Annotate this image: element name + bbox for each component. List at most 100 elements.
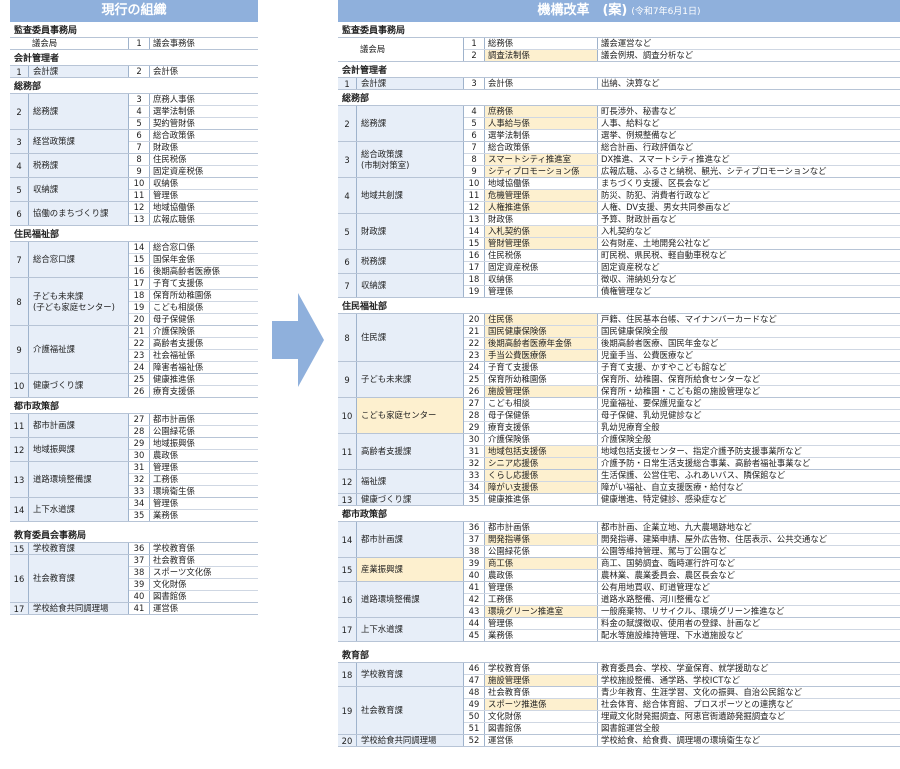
page: 現行の組織 監査委員事務局 議会局 1 議会事務係 会計管理者 1 会計課 2 会計係 総務部 2 総…	[0, 0, 900, 769]
section-duties: 入札契約など	[601, 226, 652, 236]
section-row: 37 社会教育係	[129, 555, 258, 566]
section-row: 31 地域包括支援係 地域包括支援センター、指定介護予防支援事業所など	[464, 445, 900, 457]
section-number: 16	[129, 266, 150, 277]
division-block: 13 道路環境整備課 31 管理係 32 工務係 33 環境衛生係	[10, 462, 258, 498]
section-name: 農政係	[153, 450, 179, 460]
division-name: 上下水道課	[33, 504, 75, 514]
section-name: 庶務人事係	[153, 94, 195, 104]
section-row: 10 地域協働係 まちづくり支援、区長会など	[464, 178, 900, 189]
section-row: 52 運営係 学校給食、給食費、調理場の環境衛生など	[464, 735, 900, 746]
division-block: 15 学校教育課 36 学校教育係	[10, 543, 258, 555]
section-name: 財政係	[153, 142, 179, 152]
section-name: 工務係	[485, 594, 598, 605]
section-row: 45 業務係 配水等施設維持管理、下水道施設など	[464, 629, 900, 641]
division-cell: 8 住民課	[338, 314, 464, 361]
section-name: スマートシティ推進室	[485, 154, 598, 165]
section-row: 6 選挙法制係 選挙、例規整備など	[464, 129, 900, 141]
division-block: 8 住民課 20 住民係 戸籍、住民基本台帳、マイナンバーカードなど 21 国民健康保険係国…	[338, 314, 900, 362]
section-heading: 都市政策部	[338, 507, 900, 522]
section-duties: 都市計画、企業立地、九大農場跡地など	[601, 522, 752, 532]
section-row: 7 総合政策係 総合計画、行政評価など	[464, 142, 900, 153]
section-name: 管理係	[485, 286, 598, 297]
division-block: 7 総合窓口課 14 総合窓口係 15 国保年金係 16 後期高齢者医療係	[10, 242, 258, 278]
section-name: 住民税係	[485, 250, 598, 261]
right-arrow-icon	[272, 293, 324, 387]
reform-title: 機構改革 (案) (令和7年6月1日)	[338, 0, 900, 22]
section-rows: 6 総合政策係 7 財政係	[129, 130, 258, 153]
division-name: 道路環境整備課	[361, 594, 420, 604]
section-name: 都市計画係	[153, 414, 195, 424]
division-cell: 14 都市計画課	[338, 522, 464, 557]
division-block: 18 学校教育課 46 学校教育係 教育委員会、学校、学童保育、就学援助など 47 施設管理…	[338, 663, 900, 687]
division-number: 14	[10, 498, 29, 521]
section-name: 環境グリーン推進室	[485, 606, 598, 617]
section-number: 40	[129, 591, 150, 602]
division-cell: 13 健康づくり課	[338, 494, 464, 505]
section-number: 18	[464, 274, 485, 285]
section-name: 会計係	[485, 78, 598, 89]
current-title: 現行の組織	[10, 0, 258, 22]
division-block: 議会局 1 総務係 議会運営など 2 調査法制係 議会例規、調査分析など	[338, 38, 900, 62]
section-number: 52	[464, 735, 485, 746]
section-number: 25	[464, 374, 485, 385]
division-name: 地域振興課	[33, 444, 75, 454]
section-name: 管理係	[153, 498, 179, 508]
division-number	[338, 38, 356, 61]
division-name: 税務課	[361, 256, 387, 266]
division-name: 収納課	[33, 184, 59, 194]
section-row: 2 調査法制係 議会例規、調査分析など	[464, 49, 900, 61]
division-number: 3	[338, 142, 357, 177]
section-rows: 31 管理係 32 工務係 33 環境衛生係	[129, 462, 258, 497]
section-duties: 介護予防・日常生活支援総合事業、高齢者福祉事業など	[601, 458, 811, 468]
division-number	[10, 38, 28, 49]
division-cell: 12 地域振興課	[10, 438, 129, 461]
section-row: 32 シニア応援係 介護予防・日常生活支援総合事業、高齢者福祉事業など	[464, 457, 900, 469]
division-number: 11	[10, 414, 29, 437]
section-name: 母子保健係	[153, 314, 195, 324]
section-number: 10	[464, 178, 485, 189]
section-heading: 住民福祉部	[338, 299, 900, 314]
section-number: 14	[129, 242, 150, 253]
section-number: 49	[464, 699, 485, 710]
division-cell: 17 上下水道課	[338, 618, 464, 641]
division-number: 20	[338, 735, 357, 746]
section-name: くらし応援係	[485, 470, 598, 481]
dept-section: 都市政策部 14 都市計画課 36 都市計画係 都市計画、企業立地、九大農場跡地など 37 開…	[338, 507, 900, 642]
section-number: 47	[464, 675, 485, 686]
section-row: 14 総合窓口係	[129, 242, 258, 253]
section-heading: 総務部	[10, 79, 258, 94]
division-name: 地域共創課	[361, 190, 403, 200]
section-row: 2 会計係	[129, 66, 258, 77]
section-name: 療育支援係	[153, 386, 195, 396]
section-row: 50 文化財係 埋蔵文化財発掘調査、阿恵官衙遺跡発掘調査など	[464, 710, 900, 722]
section-name: 住民係	[485, 314, 598, 325]
section-duties: 総合計画、行政評価など	[601, 142, 694, 152]
division-name: 子ども未来課 (子ども家庭センター)	[33, 290, 115, 312]
section-name: 業務係	[153, 510, 179, 520]
section-name: 会計係	[153, 66, 179, 76]
section-name: 危機管理係	[485, 190, 598, 201]
section-duties: 乳幼児療育全般	[601, 422, 660, 432]
section-name: シティプロモーション係	[485, 166, 598, 177]
section-number: 51	[464, 723, 485, 734]
division-number: 11	[338, 434, 357, 469]
section-rows: 52 運営係 学校給食、給食費、調理場の環境衛生など	[464, 735, 900, 746]
division-name: 総務課	[33, 106, 59, 116]
section-row: 36 都市計画係 都市計画、企業立地、九大農場跡地など	[464, 522, 900, 533]
section-name: 国保年金係	[153, 254, 195, 264]
section-row: 40 図書館係	[129, 590, 258, 602]
division-block: 3 総合政策課 (市制対策室) 7 総合政策係 総合計画、行政評価など 8 スマートシティ推…	[338, 142, 900, 178]
division-number: 2	[338, 106, 357, 141]
division-cell: 17 学校給食共同調理場	[10, 603, 129, 614]
section-duties: 生活保護、公営住宅、ふれあいバス、隣保館など	[601, 470, 786, 480]
division-number: 18	[338, 663, 357, 686]
section-row: 26 療育支援係	[129, 385, 258, 397]
section-number: 34	[464, 482, 485, 493]
section-number: 32	[464, 458, 485, 469]
section-row: 35 業務係	[129, 509, 258, 521]
division-block: 14 上下水道課 34 管理係 35 業務係	[10, 498, 258, 522]
section-row: 16 住民税係 町民税、県民税、軽自動車税など	[464, 250, 900, 261]
section-duties: 障がい福祉、自立支援医療・給付など	[601, 482, 744, 492]
section-number: 24	[129, 362, 150, 373]
